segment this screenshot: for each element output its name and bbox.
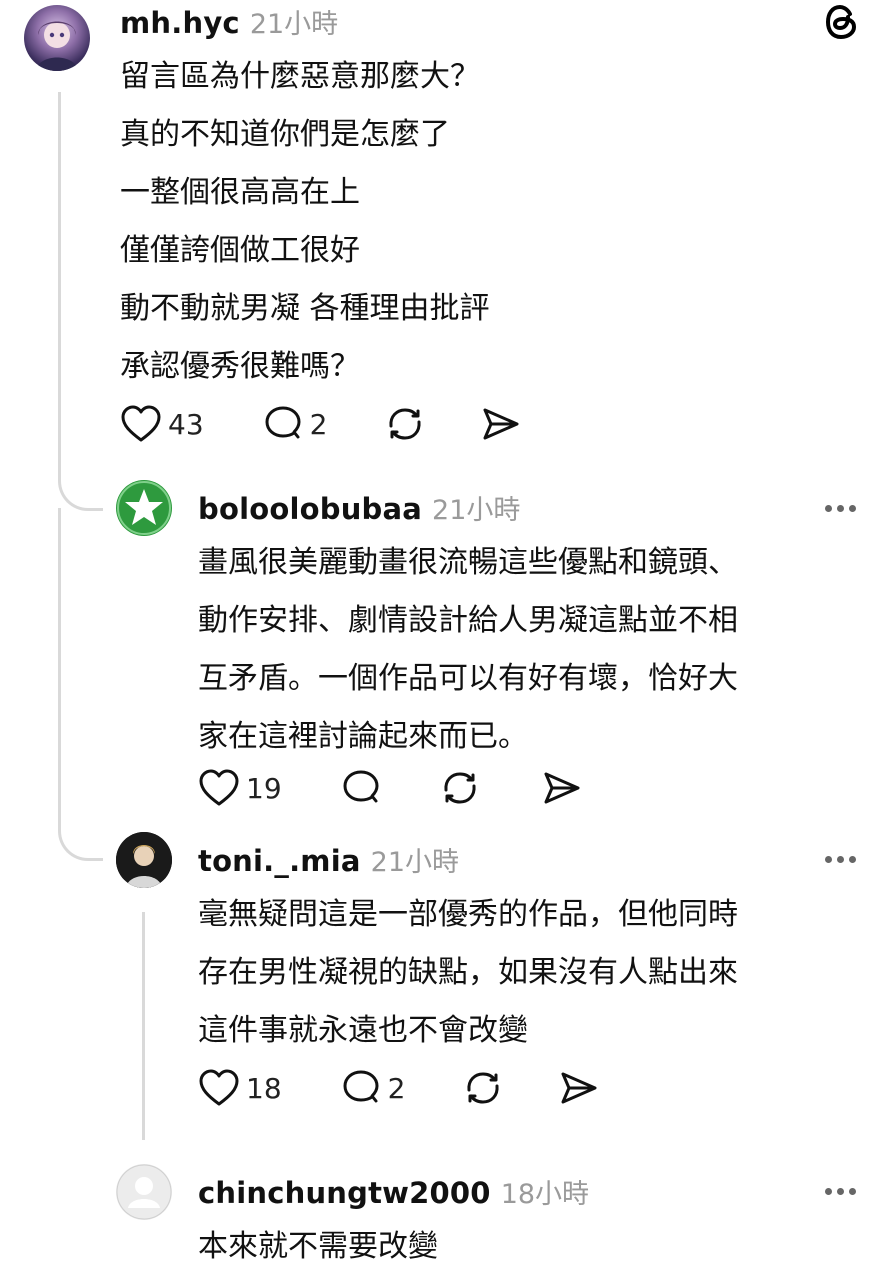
reply-button[interactable]: 2 — [340, 1068, 406, 1108]
thread-line-main-2 — [58, 508, 61, 808]
share-button[interactable] — [540, 768, 584, 808]
repost-icon — [444, 772, 476, 804]
like-count: 19 — [246, 771, 282, 805]
timestamp: 18小時 — [500, 1179, 590, 1210]
like-button[interactable]: 18 — [198, 1068, 282, 1108]
avatar[interactable] — [24, 5, 90, 71]
reply-button[interactable]: 2 — [262, 404, 328, 444]
comment-line: 動不動就男凝 各種理由批評 — [120, 291, 490, 326]
send-icon — [483, 408, 519, 440]
comment-bubble-icon — [343, 1070, 379, 1103]
heart-icon — [121, 405, 161, 442]
more-dots-icon[interactable] — [825, 505, 856, 512]
comment-body: 毫無疑問這是一部優秀的作品，但他同時 存在男性凝視的缺點，如果沒有人點出來 這件… — [198, 886, 738, 1060]
comment-body: 留言區為什麼惡意那麼大？ 真的不知道你們是怎麼了 一整個很高高在上 僅僅誇個做工… — [120, 48, 490, 396]
threads-logo-icon[interactable] — [822, 2, 862, 42]
share-button[interactable] — [557, 1068, 601, 1108]
more-dots-icon[interactable] — [825, 856, 856, 863]
comment-bubble-icon — [265, 406, 301, 439]
username[interactable]: chinchungtw2000 — [198, 1176, 491, 1210]
reply-count: 2 — [387, 1071, 406, 1105]
avatar[interactable] — [116, 832, 172, 888]
comment-body: 畫風很美麗動畫很流暢這些優點和鏡頭、 動作安排、劇情設計給人男凝這點並不相 互矛… — [198, 534, 738, 766]
comment-line: 互矛盾。一個作品可以有好有壞，恰好大 — [198, 661, 738, 696]
username[interactable]: mh.hyc — [120, 6, 240, 40]
comment-line: 僅僅誇個做工很好 — [120, 233, 360, 268]
like-button[interactable]: 19 — [198, 768, 282, 808]
comment-header: toni._.mia 21小時 — [198, 840, 459, 879]
comment-line: 真的不知道你們是怎麼了 — [120, 117, 450, 152]
repost-button[interactable] — [438, 768, 482, 808]
avatar[interactable] — [116, 480, 172, 536]
thread-curve-2 — [58, 800, 103, 861]
repost-button[interactable] — [383, 404, 427, 444]
comment-line: 本來就不需要改變 — [198, 1229, 438, 1264]
comment-line: 承認優秀很難嗎？ — [120, 349, 360, 384]
comment-header: chinchungtw2000 18小時 — [198, 1172, 589, 1211]
comment-line: 家在這裡討論起來而已。 — [198, 719, 528, 754]
timestamp: 21小時 — [370, 847, 459, 878]
comment-line: 一整個很高高在上 — [120, 175, 360, 210]
comment-line: 存在男性凝視的缺點，如果沒有人點出來 — [198, 955, 738, 990]
comment-body: 本來就不需要改變 — [198, 1218, 438, 1276]
reply-count: 2 — [309, 407, 328, 441]
like-count: 43 — [168, 407, 204, 441]
reply-button[interactable] — [340, 768, 382, 808]
thread-curve-1 — [58, 452, 103, 511]
timestamp: 21小時 — [249, 9, 339, 40]
comment-line: 畫風很美麗動畫很流暢這些優點和鏡頭、 — [198, 545, 738, 580]
repost-icon — [389, 408, 421, 440]
username[interactable]: toni._.mia — [198, 844, 361, 878]
repost-icon — [467, 1072, 499, 1104]
action-bar: 43 2 — [120, 404, 523, 444]
comment-line: 這件事就永遠也不會改變 — [198, 1013, 528, 1048]
send-icon — [561, 1072, 597, 1104]
comment-header: mh.hyc 21小時 — [120, 2, 338, 41]
repost-button[interactable] — [461, 1068, 505, 1108]
action-bar: 19 — [198, 768, 584, 808]
action-bar: 18 2 — [198, 1068, 601, 1108]
comment-header: boloolobubaa 21小時 — [198, 488, 520, 527]
send-icon — [544, 772, 580, 804]
avatar[interactable] — [116, 1164, 172, 1220]
comment-bubble-icon — [343, 770, 379, 803]
thread-line-reply — [142, 912, 145, 1140]
heart-icon — [199, 769, 239, 806]
comment-line: 留言區為什麼惡意那麼大？ — [120, 59, 480, 94]
comment-line: 動作安排、劇情設計給人男凝這點並不相 — [198, 603, 738, 638]
comment-line: 毫無疑問這是一部優秀的作品，但他同時 — [198, 897, 738, 932]
share-button[interactable] — [479, 404, 523, 444]
more-dots-icon[interactable] — [825, 1188, 856, 1195]
like-count: 18 — [246, 1071, 282, 1105]
username[interactable]: boloolobubaa — [198, 492, 422, 526]
heart-icon — [199, 1069, 239, 1106]
timestamp: 21小時 — [432, 495, 521, 526]
like-button[interactable]: 43 — [120, 404, 204, 444]
thread-line-main — [58, 92, 61, 472]
